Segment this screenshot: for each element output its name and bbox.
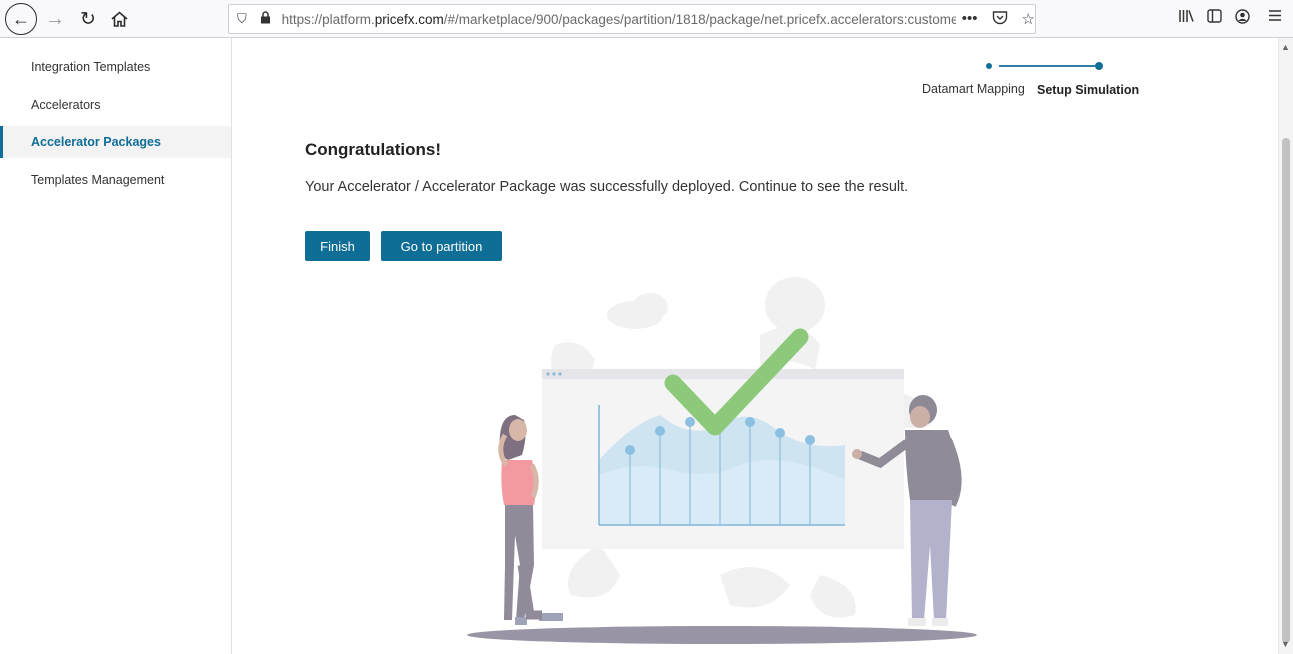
success-illustration	[467, 277, 977, 644]
step-setup-simulation[interactable]: Setup Simulation	[1037, 83, 1139, 97]
scroll-up-icon[interactable]: ▲	[1281, 42, 1290, 52]
menu-icon[interactable]	[1268, 9, 1282, 27]
forward-arrow-icon[interactable]: →	[43, 3, 67, 35]
sidebar-item-templates-management[interactable]: Templates Management	[0, 164, 231, 196]
step-progress-line	[986, 62, 1103, 70]
sidebar: Integration Templates Accelerators Accel…	[0, 38, 232, 654]
shield-icon[interactable]: ⛉	[237, 11, 250, 27]
sidebar-item-label: Accelerator Packages	[31, 135, 161, 149]
sidebar-toggle-icon[interactable]	[1207, 9, 1222, 28]
step-datamart-mapping[interactable]: Datamart Mapping	[922, 82, 1025, 96]
lock-icon[interactable]	[260, 11, 273, 27]
sidebar-item-label: Integration Templates	[31, 60, 151, 74]
page-actions-icon[interactable]: •••	[962, 10, 978, 29]
url-text: https://platform.pricefx.com/#/marketpla…	[281, 11, 956, 27]
page-scrollbar[interactable]: ▲ ▼	[1278, 38, 1293, 654]
pocket-icon[interactable]	[992, 10, 1008, 29]
sidebar-item-label: Accelerators	[31, 98, 101, 112]
account-icon[interactable]	[1235, 9, 1250, 29]
home-icon[interactable]	[107, 3, 131, 35]
sidebar-item-integration-templates[interactable]: Integration Templates	[0, 51, 231, 83]
success-message: Your Accelerator / Accelerator Package w…	[305, 179, 909, 195]
sidebar-item-accelerators[interactable]: Accelerators	[0, 89, 231, 121]
scroll-thumb[interactable]	[1282, 138, 1290, 643]
go-to-partition-button[interactable]: Go to partition	[381, 231, 502, 261]
bookmark-star-icon[interactable]: ☆	[1022, 10, 1035, 29]
browser-toolbar: ← → ↻ ⛉ https://platform.pricefx.com/#/m…	[0, 0, 1293, 38]
library-icon[interactable]	[1178, 9, 1194, 28]
finish-button[interactable]: Finish	[305, 231, 370, 261]
sidebar-item-label: Templates Management	[31, 173, 165, 187]
sidebar-item-accelerator-packages[interactable]: Accelerator Packages	[0, 126, 231, 158]
scroll-down-icon[interactable]: ▼	[1281, 639, 1290, 649]
back-arrow-icon[interactable]: ←	[5, 3, 37, 35]
reload-icon[interactable]: ↻	[76, 3, 100, 35]
address-bar[interactable]: ⛉ https://platform.pricefx.com/#/marketp…	[228, 4, 1036, 34]
page-title: Congratulations!	[305, 140, 441, 159]
